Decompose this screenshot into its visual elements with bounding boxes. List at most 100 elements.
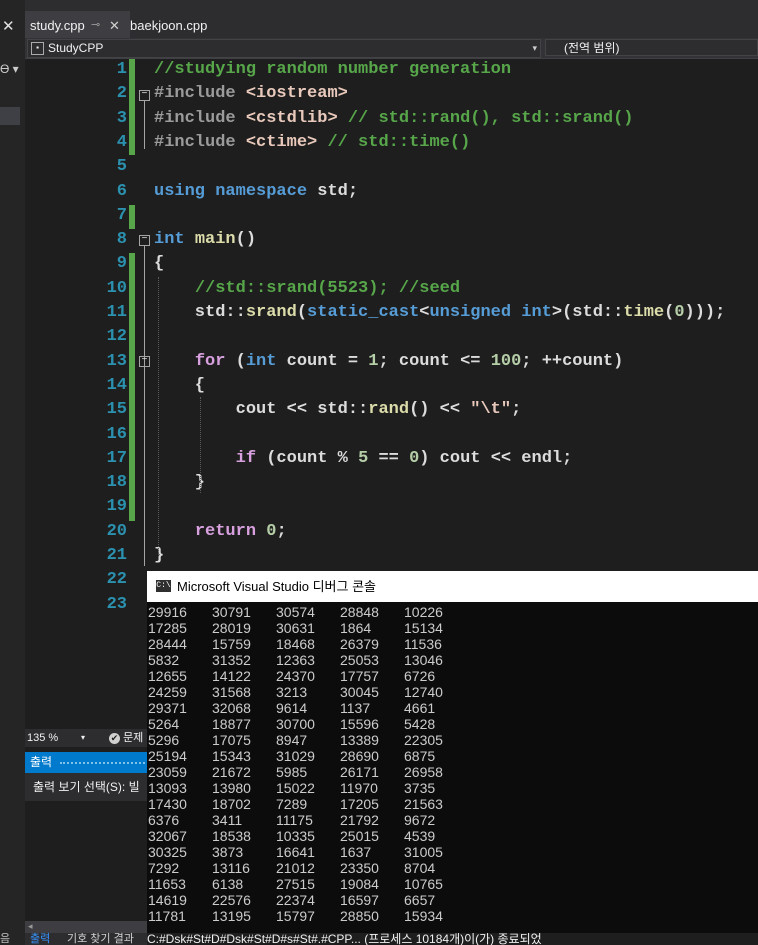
code-line[interactable]: { xyxy=(154,254,164,273)
code-token: // std::rand(), std::srand() xyxy=(337,108,634,128)
tab-find-symbol-results[interactable]: 기호 찾기 결과 xyxy=(67,933,134,945)
console-value: 17205 xyxy=(340,796,379,812)
console-value: 17430 xyxy=(148,796,187,812)
line-number: 17 xyxy=(106,448,127,468)
console-value: 12655 xyxy=(148,668,187,684)
console-value: 31005 xyxy=(404,844,443,860)
pin-icon[interactable]: ⊸ xyxy=(91,13,100,38)
console-value: 31029 xyxy=(276,748,315,764)
code-line[interactable]: #include <iostream> xyxy=(154,84,348,103)
collapse-icon[interactable]: − xyxy=(139,235,150,246)
output-source-select[interactable]: 빌 xyxy=(129,780,140,794)
line-number: 10 xyxy=(106,278,127,298)
code-token: namespace xyxy=(215,181,308,201)
navigation-bar: ▪ StudyCPP ▾ (전역 범위) xyxy=(25,38,758,59)
output-process-exit-text: C:#Dsk#St#D#Dsk#St#D#s#St#.#CPP... (프로세스… xyxy=(147,933,542,945)
code-token: static_cast xyxy=(307,303,420,322)
code-line[interactable]: using namespace std; xyxy=(154,182,358,201)
code-token: rand xyxy=(368,400,410,420)
console-row: 30325 3873 16641 1637 31005 xyxy=(148,844,758,860)
console-row: 6376 3411 11175 21792 9672 xyxy=(148,812,758,828)
toolbox-dropdown[interactable]: Ɵ ▾ xyxy=(0,62,19,76)
close-icon[interactable]: ✕ xyxy=(2,17,15,35)
issues-label: 문제 xyxy=(123,732,144,744)
console-row: 29371 32068 9614 1137 4661 xyxy=(148,700,758,716)
collapse-icon[interactable]: − xyxy=(139,356,150,367)
code-line[interactable]: #include <cstdlib> // std::rand(), std::… xyxy=(154,109,634,128)
show-output-from[interactable]: 출력 보기 선택(S): 빌 xyxy=(25,773,147,801)
scope-dropdown[interactable]: (전역 범위) xyxy=(545,39,758,56)
issues-indicator[interactable]: ✔ 문제 xyxy=(109,729,143,747)
console-value: 29916 xyxy=(148,604,187,620)
line-number: 19 xyxy=(106,497,127,517)
zoom-dropdown[interactable]: 135 % ▾ xyxy=(27,729,85,747)
console-value: 1137 xyxy=(340,700,371,716)
console-value: 11653 xyxy=(148,876,186,892)
output-text-area[interactable] xyxy=(25,801,147,921)
close-tab-icon[interactable]: ✕ xyxy=(109,13,120,38)
console-value: 30325 xyxy=(148,844,187,860)
console-value: 28444 xyxy=(148,636,187,652)
code-line[interactable]: { xyxy=(154,376,205,395)
console-value: 9672 xyxy=(404,812,436,828)
code-line[interactable]: cout << std::rand() << "\t"; xyxy=(154,400,522,420)
chevron-down-icon[interactable]: ▾ xyxy=(532,40,537,57)
code-token: std:: xyxy=(154,303,246,322)
tab-output[interactable]: 출력 xyxy=(30,933,50,945)
line-number: 6 xyxy=(116,181,127,201)
console-value: 8704 xyxy=(404,860,436,876)
code-line[interactable]: for (int count = 1; count <= 100; ++coun… xyxy=(154,351,624,371)
tab-baekjoon-cpp[interactable]: baekjoon.cpp xyxy=(125,13,230,38)
console-title-bar[interactable]: C:\ Microsoft Visual Studio 디버그 콘솔 xyxy=(147,571,758,602)
code-token: if xyxy=(235,448,257,468)
chevron-down-icon[interactable]: ▾ xyxy=(81,729,85,747)
debug-console-window[interactable]: C:\ Microsoft Visual Studio 디버그 콘솔 29916… xyxy=(147,571,758,933)
console-value: 26379 xyxy=(340,636,379,652)
code-line[interactable]: return 0; xyxy=(154,522,287,541)
scroll-left-icon[interactable]: ◂ xyxy=(28,921,33,932)
console-value: 13116 xyxy=(212,860,250,876)
console-row: 17430 18702 7289 17205 21563 xyxy=(148,796,758,812)
console-value: 13195 xyxy=(212,908,251,924)
zoom-level: 135 % xyxy=(27,732,59,744)
project-dropdown[interactable]: ▪ StudyCPP ▾ xyxy=(27,39,541,58)
console-value: 30631 xyxy=(276,620,315,636)
output-panel-header[interactable]: 출력 xyxy=(25,752,147,773)
code-token: main xyxy=(194,230,236,250)
line-number: 3 xyxy=(116,108,127,128)
code-token: ( xyxy=(225,351,246,371)
code-line[interactable]: if (count % 5 == 0) cout << endl; xyxy=(154,448,573,468)
code-line[interactable]: } xyxy=(154,546,164,565)
code-line[interactable]: //studying random number generation xyxy=(154,60,511,79)
console-value: 15343 xyxy=(212,748,251,764)
tab-study-cpp[interactable]: study.cpp ⊸ ✕ xyxy=(25,11,130,38)
console-value: 1864 xyxy=(340,620,372,636)
tab-label: baekjoon.cpp xyxy=(130,18,208,33)
line-number: 22 xyxy=(106,570,127,590)
code-line[interactable]: std::srand(static_cast<unsigned int>(std… xyxy=(154,303,726,322)
code-line[interactable]: int main() xyxy=(154,230,256,249)
code-line[interactable]: } xyxy=(154,473,205,492)
code-line[interactable]: //std::srand(5523); //seed xyxy=(154,279,460,298)
code-token: 0 xyxy=(409,448,420,468)
collapse-icon[interactable]: − xyxy=(139,90,150,101)
line-number: 15 xyxy=(106,400,127,420)
drag-grip[interactable] xyxy=(60,762,145,764)
console-value: 13046 xyxy=(404,652,443,668)
left-dock-strip: ✕ Ɵ ▾ xyxy=(0,0,25,945)
code-line[interactable]: #include <ctime> // std::time() xyxy=(154,133,470,152)
console-value: 31352 xyxy=(212,652,251,668)
code-token: ) cout << endl; xyxy=(419,448,573,468)
console-value: 1637 xyxy=(340,844,372,860)
horizontal-scrollbar[interactable]: ◂ xyxy=(25,921,147,933)
console-value: 17285 xyxy=(148,620,187,636)
console-value: 6138 xyxy=(212,876,244,892)
console-value: 18702 xyxy=(212,796,251,812)
code-token: time xyxy=(623,303,665,322)
console-value: 21563 xyxy=(404,796,443,812)
console-value: 16597 xyxy=(340,892,379,908)
console-row: 32067 18538 10335 25015 4539 xyxy=(148,828,758,844)
console-value: 6726 xyxy=(404,668,436,684)
